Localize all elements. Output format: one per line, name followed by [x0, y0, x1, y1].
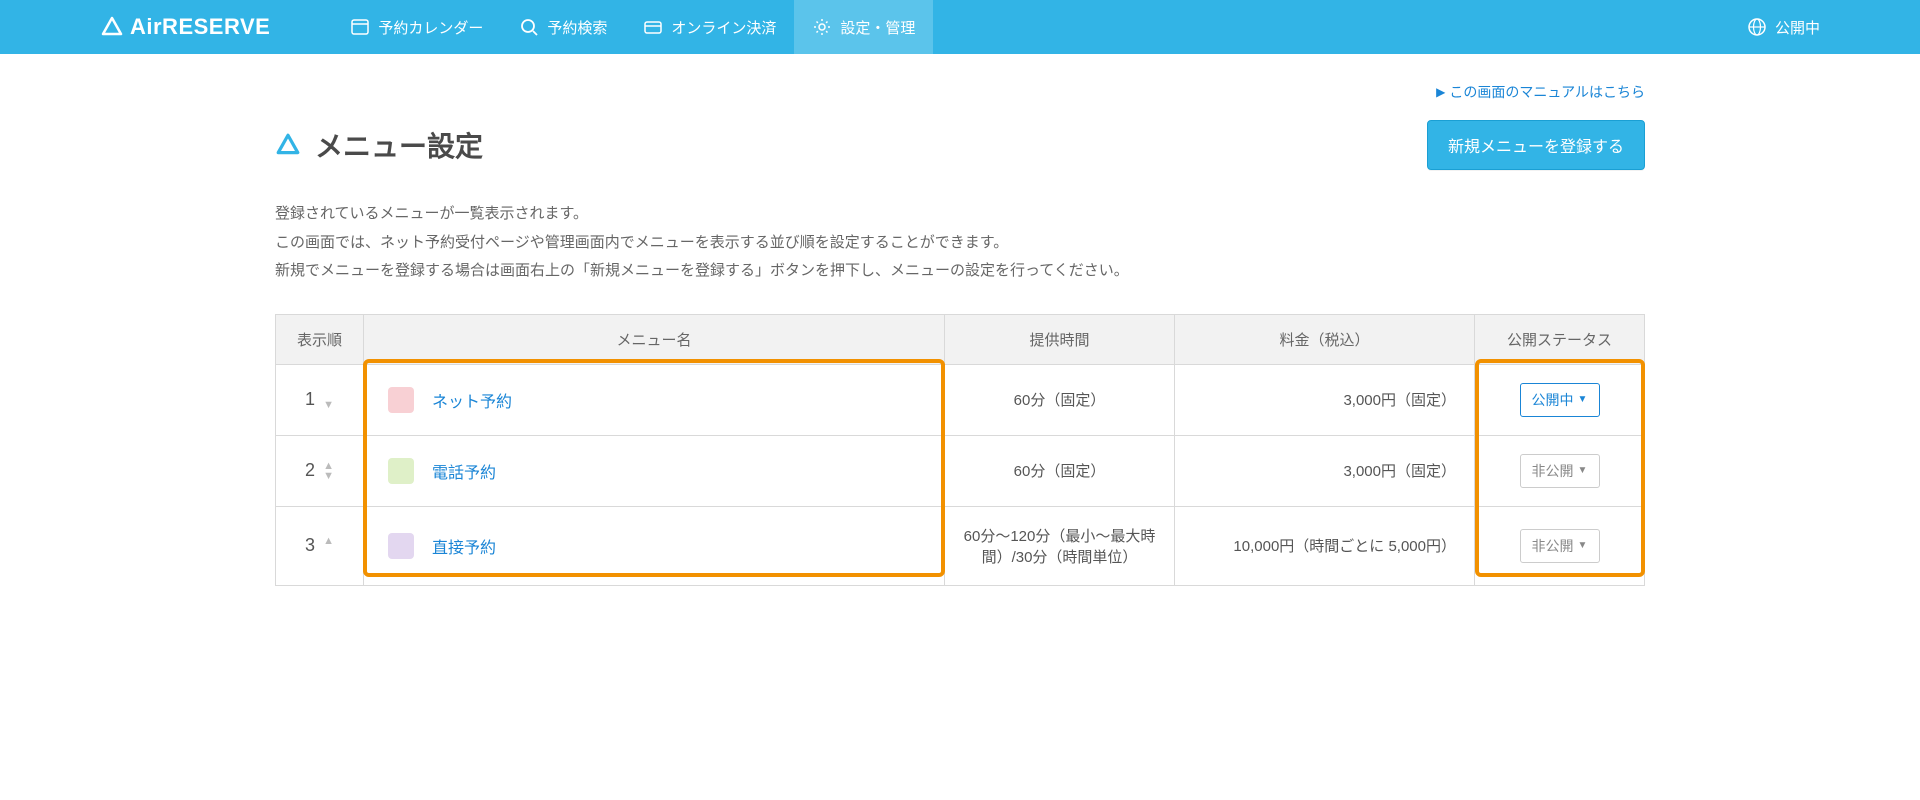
manual-link-label: この画面のマニュアルはこちら [1449, 82, 1645, 102]
publish-status-label: 公開中 [1775, 17, 1820, 38]
cell-name: ネット予約 [364, 364, 945, 435]
desc-line-2: この画面では、ネット予約受付ページや管理画面内でメニューを表示する並び順を設定す… [275, 229, 1645, 258]
nav-payment[interactable]: オンライン決済 [625, 0, 794, 54]
play-icon: ▶ [1436, 85, 1445, 99]
brand-name: AirRESERVE [130, 14, 270, 40]
cell-status: 公開中 ▼ [1475, 364, 1645, 435]
manual-link[interactable]: ▶ この画面のマニュアルはこちら [1436, 82, 1645, 102]
desc-line-1: 登録されているメニューが一覧表示されます。 [275, 200, 1645, 229]
status-dropdown[interactable]: 非公開 ▼ [1520, 454, 1600, 488]
menu-name-link[interactable]: 直接予約 [432, 534, 496, 558]
menu-name-link[interactable]: ネット予約 [432, 388, 512, 412]
cell-order: 3 ▲▼ [276, 506, 364, 585]
nav-calendar[interactable]: 予約カレンダー [332, 0, 501, 54]
chevron-down-icon: ▼ [1578, 465, 1588, 476]
chevron-down-icon: ▼ [1578, 394, 1588, 405]
sort-down-icon[interactable]: ▼ [323, 471, 334, 481]
title-logo-icon [275, 132, 301, 158]
order-number: 3 [305, 535, 315, 556]
search-icon [519, 17, 539, 37]
th-status: 公開ステータス [1475, 314, 1645, 364]
color-swatch [388, 533, 414, 559]
sort-down-icon[interactable]: ▼ [323, 400, 334, 410]
card-icon [643, 17, 663, 37]
cell-price: 3,000円（固定） [1175, 435, 1475, 506]
cell-status: 非公開 ▼ [1475, 435, 1645, 506]
cell-price: 3,000円（固定） [1175, 364, 1475, 435]
color-swatch [388, 387, 414, 413]
status-label: 非公開 [1532, 461, 1574, 481]
table-row: 2▲▼電話予約60分（固定）3,000円（固定）非公開▼ [276, 435, 1645, 506]
sort-up-icon[interactable]: ▲ [323, 461, 334, 471]
nav-search-label: 予約検索 [547, 17, 607, 38]
chevron-down-icon: ▼ [1578, 540, 1588, 551]
th-name: メニュー名 [364, 314, 945, 364]
nav-search[interactable]: 予約検索 [501, 0, 625, 54]
title-row: メニュー設定 新規メニューを登録する [275, 120, 1645, 170]
menu-table: 表示順 メニュー名 提供時間 料金（税込） 公開ステータス 1▲▼ネット予約60… [275, 314, 1645, 586]
sort-arrows: ▲▼ [323, 461, 334, 481]
gear-icon [812, 17, 832, 37]
nav-settings-label: 設定・管理 [840, 17, 915, 38]
top-nav-bar: AirRESERVE 予約カレンダー 予約検索 オンライン決済 設定・管理 公開… [0, 0, 1920, 54]
desc-line-3: 新規でメニューを登録する場合は画面右上の「新規メニューを登録する」ボタンを押下し… [275, 257, 1645, 286]
th-time: 提供時間 [945, 314, 1175, 364]
order-number: 1 [305, 389, 315, 410]
sort-arrows: ▲▼ [323, 536, 334, 556]
table-row: 3▲▼直接予約60分〜120分（最小〜最大時間）/30分（時間単位）10,000… [276, 506, 1645, 585]
new-menu-button-label: 新規メニューを登録する [1448, 139, 1624, 156]
cell-time: 60分（固定） [945, 364, 1175, 435]
color-swatch [388, 458, 414, 484]
brand-logo-icon [100, 15, 124, 39]
globe-icon [1747, 17, 1767, 37]
page-description: 登録されているメニューが一覧表示されます。 この画面では、ネット予約受付ページや… [275, 200, 1645, 286]
menu-name-link[interactable]: 電話予約 [432, 459, 496, 483]
nav-calendar-label: 予約カレンダー [378, 17, 483, 38]
status-dropdown[interactable]: 公開中 ▼ [1520, 383, 1600, 417]
cell-order: 2 ▲▼ [276, 435, 364, 506]
order-number: 2 [305, 460, 315, 481]
sort-arrows: ▲▼ [323, 390, 334, 410]
main-nav: 予約カレンダー 予約検索 オンライン決済 設定・管理 [332, 0, 933, 54]
nav-payment-label: オンライン決済 [671, 17, 776, 38]
new-menu-button[interactable]: 新規メニューを登録する [1427, 120, 1645, 170]
cell-price: 10,000円（時間ごとに 5,000円） [1175, 506, 1475, 585]
cell-status: 非公開 ▼ [1475, 506, 1645, 585]
page-title: メニュー設定 [275, 125, 483, 165]
cell-name: 直接予約 [364, 506, 945, 585]
status-dropdown[interactable]: 非公開 ▼ [1520, 529, 1600, 563]
page-title-text: メニュー設定 [315, 125, 483, 165]
publish-status[interactable]: 公開中 [1729, 0, 1920, 54]
manual-link-row: ▶ この画面のマニュアルはこちら [275, 54, 1645, 120]
table-row: 1 ▲▼ ネット予約 60分（固定）3,000円（固定） 公開中 ▼ [276, 364, 1645, 435]
page-content: ▶ この画面のマニュアルはこちら メニュー設定 新規メニューを登録する 登録され… [275, 54, 1645, 626]
status-label: 公開中 [1532, 390, 1574, 410]
cell-name: 電話予約 [364, 435, 945, 506]
cell-time: 60分〜120分（最小〜最大時間）/30分（時間単位） [945, 506, 1175, 585]
th-order: 表示順 [276, 314, 364, 364]
brand-logo[interactable]: AirRESERVE [0, 0, 292, 54]
cell-time: 60分（固定） [945, 435, 1175, 506]
th-price: 料金（税込） [1175, 314, 1475, 364]
nav-settings[interactable]: 設定・管理 [794, 0, 933, 54]
sort-up-icon[interactable]: ▲ [323, 536, 334, 546]
menu-table-wrap: 表示順 メニュー名 提供時間 料金（税込） 公開ステータス 1▲▼ネット予約60… [275, 314, 1645, 586]
cell-order: 1 ▲▼ [276, 364, 364, 435]
status-label: 非公開 [1532, 536, 1574, 556]
calendar-icon [350, 17, 370, 37]
